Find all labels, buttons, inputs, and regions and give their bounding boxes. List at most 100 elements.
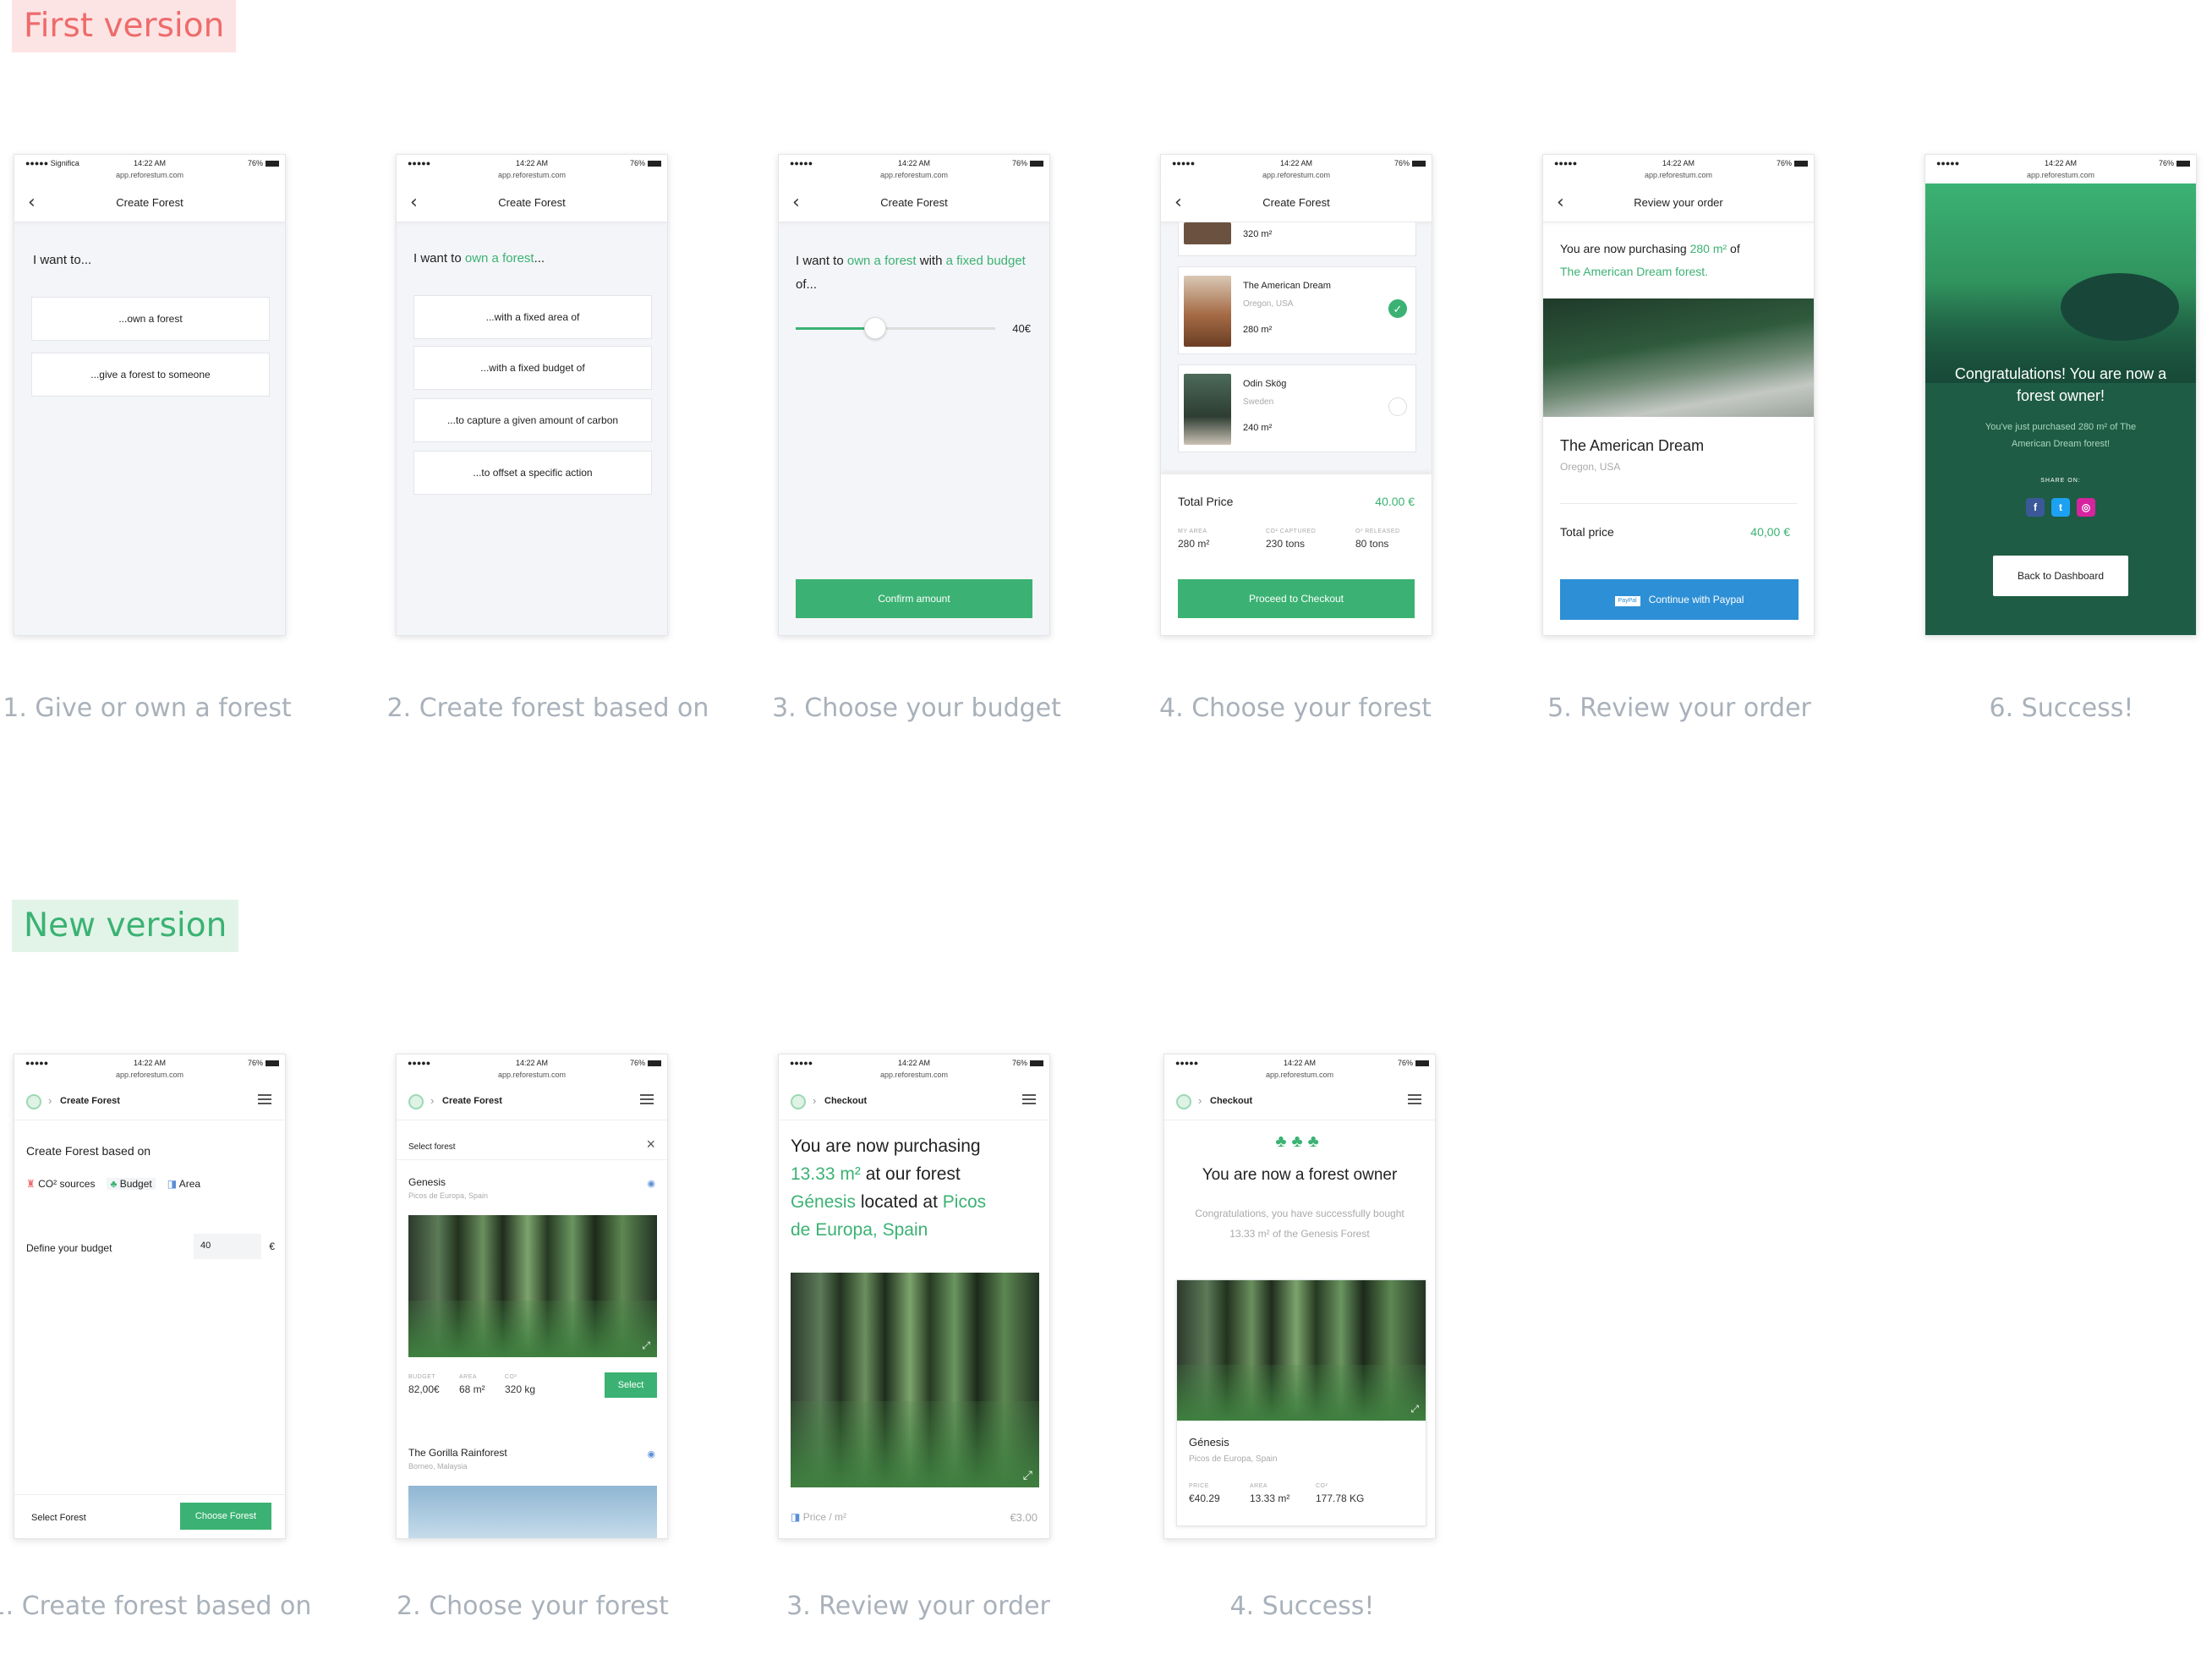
- forest-card-odin-skog[interactable]: Odin Skög Sweden 240 m²: [1178, 364, 1416, 452]
- caption: 1. Give or own a forest: [3, 693, 292, 723]
- new-version-label: New version: [12, 900, 239, 952]
- forest-name: The Gorilla Rainforest: [408, 1447, 507, 1459]
- budget-input[interactable]: 40: [194, 1234, 261, 1259]
- forest-thumbnail: [1184, 222, 1231, 244]
- tab-area[interactable]: ◨ Area: [167, 1178, 200, 1190]
- menu-icon[interactable]: [640, 1094, 654, 1104]
- forest-image: ⤢: [1177, 1280, 1426, 1421]
- tab-budget[interactable]: ♣ Budget: [107, 1178, 156, 1190]
- first-version-label: First version: [12, 0, 237, 52]
- order-summary: You are now purchasing 280 m² of The Amer…: [1560, 242, 1740, 278]
- option-give-forest[interactable]: ...give a forest to someone: [31, 353, 270, 397]
- forest-image[interactable]: ⤢: [408, 1215, 657, 1357]
- expand-icon[interactable]: ⤢: [642, 1339, 650, 1352]
- choose-forest-button[interactable]: Choose Forest: [180, 1503, 271, 1530]
- facebook-icon[interactable]: f: [2026, 498, 2045, 517]
- eye-icon[interactable]: ◉: [647, 1449, 655, 1460]
- logo-icon[interactable]: [791, 1094, 806, 1109]
- select-button[interactable]: Select: [605, 1372, 657, 1398]
- divider: [14, 1494, 285, 1495]
- prompt: I want to...: [33, 253, 92, 267]
- menu-icon[interactable]: [1408, 1094, 1421, 1104]
- breadcrumb: Checkout: [824, 1096, 868, 1106]
- logo-icon[interactable]: [1176, 1094, 1191, 1109]
- nav-title: Create Forest: [1262, 196, 1330, 209]
- v1-screen-choose-forest: ●●●●● 14:22 AM 76% app.reforestum.com ‹ Crea…: [1160, 154, 1432, 636]
- paypal-button[interactable]: PayPal Continue with Paypal: [1560, 579, 1799, 620]
- caption: 3. Choose your budget: [772, 693, 1061, 723]
- caption: 1. Create forest based on: [0, 1591, 312, 1621]
- status-bar: ●●●●● 14:22 AM 76% app.reforestum.com: [779, 155, 1049, 183]
- nav-bar: › Create Forest: [14, 1083, 285, 1120]
- forest-card-partial[interactable]: 320 m²: [1178, 222, 1416, 256]
- nav-title: Review your order: [1634, 196, 1723, 209]
- caption: 3. Review your order: [786, 1591, 1050, 1621]
- order-summary: You are now purchasing 13.33 m² at our f…: [791, 1136, 987, 1240]
- budget-amount: 40€: [1012, 322, 1031, 335]
- success-headline: Congratulations! You are now a forest ow…: [1954, 365, 2167, 404]
- logo-icon[interactable]: [408, 1094, 424, 1109]
- chevron-right-icon: ›: [813, 1094, 817, 1107]
- area-icon: ◨: [167, 1178, 178, 1190]
- twitter-icon[interactable]: t: [2051, 498, 2070, 517]
- selected-check-icon[interactable]: ✓: [1388, 299, 1407, 318]
- forest-card-american-dream[interactable]: The American Dream Oregon, USA 280 m² ✓: [1178, 266, 1416, 354]
- budget-slider[interactable]: [796, 317, 995, 339]
- v2-screen-review-order: ●●●●● 14:22 AM 76% app.reforestum.com › Chec…: [778, 1054, 1050, 1539]
- nav-title: Create Forest: [498, 196, 566, 209]
- option-own-forest[interactable]: ...own a forest: [31, 297, 270, 341]
- option-offset-action[interactable]: ...to offset a specific action: [413, 451, 652, 495]
- status-bar: ●●●●● 14:22 AM 76% app.reforestum.com: [1925, 155, 2196, 183]
- logo-icon[interactable]: [26, 1094, 41, 1109]
- instagram-icon[interactable]: ◎: [2077, 498, 2095, 517]
- menu-icon[interactable]: [258, 1094, 271, 1104]
- divider: [397, 1159, 667, 1160]
- footer-label: Select Forest: [31, 1513, 86, 1523]
- status-bar: ●●●●● 14:22 AM 76% app.reforestum.com: [1161, 155, 1432, 183]
- expand-icon[interactable]: ⤢: [1410, 1403, 1419, 1416]
- proceed-to-checkout-button[interactable]: Proceed to Checkout: [1178, 579, 1415, 618]
- confirm-amount-button[interactable]: Confirm amount: [796, 579, 1032, 618]
- radio-icon[interactable]: [1388, 397, 1407, 416]
- caption: 4. Choose your forest: [1159, 693, 1432, 723]
- expand-icon[interactable]: ⤢: [1023, 1468, 1032, 1482]
- caption: 2. Create forest based on: [386, 693, 709, 723]
- option-fixed-area[interactable]: ...with a fixed area of: [413, 295, 652, 339]
- forest-name: The American Dream: [1560, 437, 1705, 454]
- nav-bar: › Create Forest: [397, 1083, 667, 1120]
- breadcrumb: Create Forest: [60, 1096, 120, 1106]
- forest-image[interactable]: ⤢: [791, 1273, 1039, 1487]
- forest-image[interactable]: [408, 1486, 657, 1538]
- paypal-icon: PayPal: [1614, 596, 1640, 606]
- price-value: €3.00: [1010, 1511, 1038, 1524]
- price-label: ◨ Price / m²: [791, 1511, 847, 1523]
- status-bar: ●●●●● 14:22 AM 76% app.reforestum.com: [397, 155, 667, 183]
- chevron-right-icon: ›: [430, 1094, 435, 1107]
- forest-image: [1543, 298, 1814, 417]
- option-fixed-budget[interactable]: ...with a fixed budget of: [413, 346, 652, 390]
- status-bar: ●●●●● 14:22 AM 76% app.reforestum.com: [1164, 1054, 1435, 1083]
- area-icon: ◨: [791, 1511, 801, 1523]
- forest-card[interactable]: ⤢ Génesis Picos de Europa, Spain Price €4…: [1176, 1279, 1426, 1526]
- back-to-dashboard-button[interactable]: Back to Dashboard: [1993, 556, 2128, 596]
- tab-co2-sources[interactable]: ♜ CO² sources: [26, 1178, 95, 1190]
- caption: 6. Success!: [1989, 693, 2134, 723]
- forest-name: Génesis: [1189, 1436, 1229, 1449]
- status-bar: ●●●●● 14:22 AM 76% app.reforestum.com: [397, 1054, 667, 1083]
- tree-icon: [2061, 273, 2179, 341]
- menu-icon[interactable]: [1022, 1094, 1036, 1104]
- eye-icon[interactable]: ◉: [647, 1178, 655, 1189]
- option-capture-carbon[interactable]: ...to capture a given amount of carbon: [413, 398, 652, 442]
- close-icon[interactable]: ×: [646, 1136, 655, 1153]
- v2-screen-success: ●●●●● 14:22 AM 76% app.reforestum.com › Chec…: [1163, 1054, 1436, 1539]
- slider-handle[interactable]: [864, 317, 887, 339]
- forest-thumbnail: [1184, 374, 1231, 445]
- v2-screen-choose-forest: ●●●●● 14:22 AM 76% app.reforestum.com › Crea…: [396, 1054, 668, 1539]
- nav-bar: ‹ Review your order: [1543, 183, 1814, 222]
- status-bar: ●●●●● 14:22 AM 76% app.reforestum.com: [1543, 155, 1814, 183]
- page-title: Create Forest based on: [26, 1144, 151, 1158]
- prompt: I want to own a forest...: [413, 251, 545, 266]
- prompt: I want to own a forest with a fixed budg…: [796, 254, 1026, 292]
- panel-title: Select forest: [408, 1142, 456, 1152]
- nav-bar: › Checkout: [779, 1083, 1049, 1120]
